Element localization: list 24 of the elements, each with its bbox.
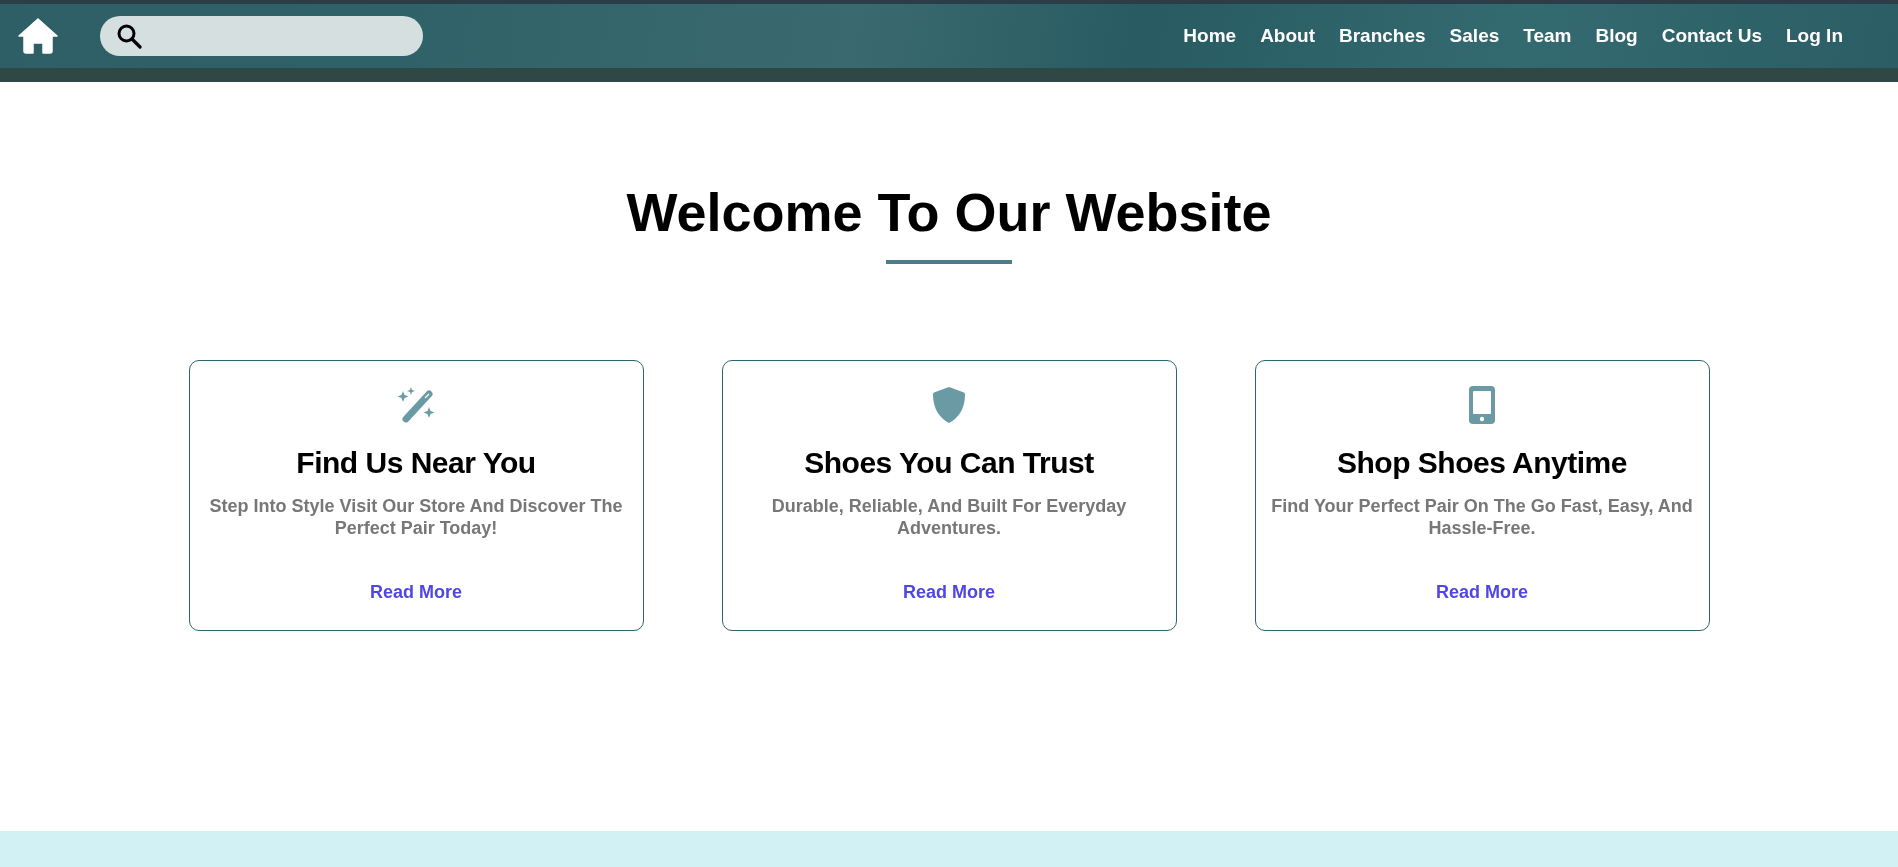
- magic-wand-icon: [396, 386, 436, 424]
- card-title: Shoes You Can Trust: [804, 445, 1094, 481]
- search-field[interactable]: [100, 16, 423, 56]
- nav-link[interactable]: Contact Us: [1661, 24, 1762, 48]
- card-description: Find Your Perfect Pair On The Go Fast, Easy, And Hassle-Free.: [1270, 495, 1694, 539]
- home-icon[interactable]: [18, 18, 58, 54]
- nav-link[interactable]: About: [1260, 24, 1315, 48]
- read-more-link[interactable]: Read More: [370, 580, 462, 604]
- page-heading: Welcome To Our Website: [626, 181, 1272, 243]
- card-title: Find Us Near You: [296, 445, 536, 481]
- smartphone-icon: [1469, 386, 1495, 424]
- search-icon: [116, 23, 142, 49]
- card-title: Shop Shoes Anytime: [1337, 445, 1627, 481]
- nav-link[interactable]: Home: [1183, 24, 1237, 48]
- nav-link[interactable]: Log In: [1786, 24, 1843, 48]
- read-more-link[interactable]: Read More: [903, 580, 995, 604]
- nav-link[interactable]: Blog: [1595, 24, 1638, 48]
- nav-link[interactable]: Team: [1523, 24, 1572, 48]
- nav-link[interactable]: Branches: [1339, 24, 1426, 48]
- shield-icon: [932, 386, 966, 424]
- read-more-link[interactable]: Read More: [1436, 580, 1528, 604]
- nav-link[interactable]: Sales: [1449, 24, 1500, 48]
- card-description: Step Into Style Visit Our Store And Discover The Perfect Pair Today!: [208, 495, 624, 539]
- card-description: Durable, Reliable, And Built For Everyday Adventures.: [770, 495, 1128, 539]
